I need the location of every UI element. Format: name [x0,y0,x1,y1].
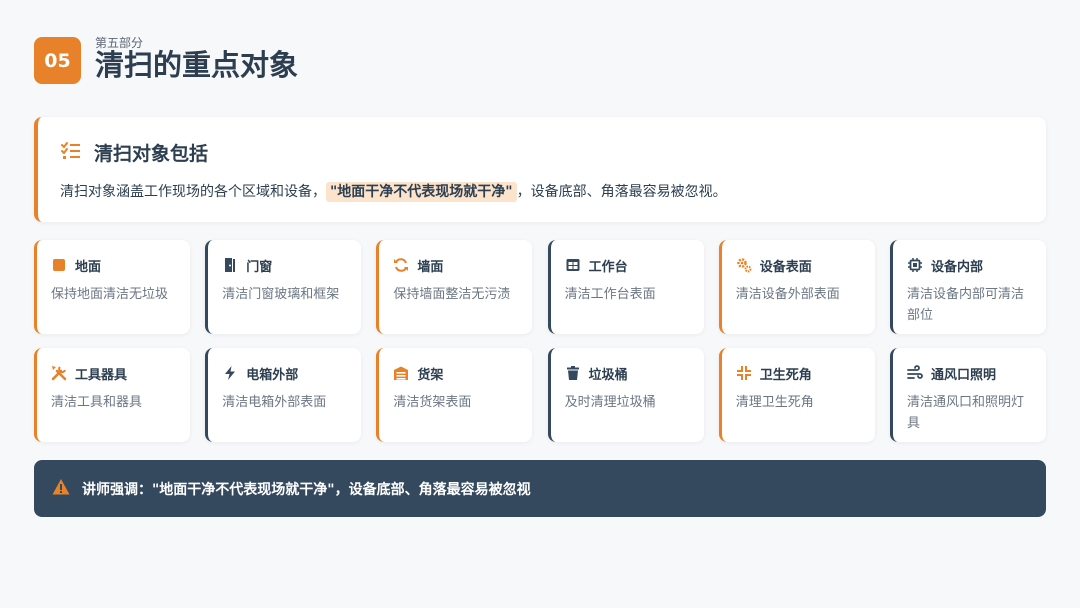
card-title: 通风口照明 [930,367,996,383]
card-electric-box: 电箱外部 清洁电箱外部表面 [205,348,362,442]
card-title: 工作台 [588,259,628,275]
intro-text-before: 清扫对象涵盖工作现场的各个区域和设备， [60,184,326,200]
card-desc: 清理卫生死角 [735,395,814,410]
compress-icon [736,365,752,381]
section-titles: 第五部分 清扫的重点对象 [95,36,299,82]
card-desc: 保持墙面整洁无污渍 [393,287,511,302]
intro-highlight: "地面干净不代表现场就干净" [326,182,517,202]
card-walls: 墙面 保持墙面整洁无污渍 [376,240,533,334]
gears-icon [736,257,752,273]
intro-text: 清扫对象涵盖工作现场的各个区域和设备， "地面干净不代表现场就干净" ，设备底部、角… [60,181,727,202]
card-tools: 工具器具 清洁工具和器具 [34,348,190,442]
door-icon [222,257,238,273]
warning-icon [52,478,70,500]
card-title: 门窗 [246,259,273,275]
card-desc: 清洁设备外部表面 [735,287,840,302]
table-icon [565,257,581,273]
card-title: 电箱外部 [246,367,299,383]
chip-icon [907,257,923,273]
intro-text-after: ，设备底部、角落最容易被忽视。 [516,184,727,200]
banner-text: 讲师强调："地面干净不代表现场就干净"，设备底部、角落最容易被忽视 [82,481,531,498]
card-shelves: 货架 清洁货架表面 [376,348,533,442]
card-dead-corners: 卫生死角 清理卫生死角 [718,348,875,442]
cleaning-objects-grid: 地面 保持地面清洁无垃圾 门窗 清洁门窗玻璃和框架 墙面 保持墙面整洁无污渍 工… [34,240,1046,442]
card-title: 地面 [75,259,102,275]
intro-title: 清扫对象包括 [94,143,209,165]
card-title: 设备表面 [759,259,812,275]
list-check-icon [60,140,82,166]
card-title: 卫生死角 [759,367,812,383]
card-title: 货架 [417,367,444,383]
card-desc: 清洁电箱外部表面 [222,395,327,410]
refresh-icon [393,257,409,273]
square-icon [51,257,67,273]
bolt-icon [222,365,238,381]
card-doors-windows: 门窗 清洁门窗玻璃和框架 [205,240,362,334]
card-title: 垃圾桶 [588,367,628,383]
warehouse-icon [393,365,409,381]
card-title: 工具器具 [75,367,128,383]
card-title: 墙面 [417,259,444,275]
card-desc: 清洁工具和器具 [51,395,143,410]
tools-icon [51,365,67,381]
card-desc: 清洁设备内部可清洁部位 [906,287,1024,323]
card-desc: 清洁货架表面 [393,395,472,410]
card-desc: 保持地面清洁无垃圾 [51,287,169,302]
trash-icon [565,365,581,381]
card-trash-bin: 垃圾桶 及时清理垃圾桶 [547,348,704,442]
card-desc: 及时清理垃圾桶 [564,395,656,410]
card-title: 设备内部 [930,259,983,275]
card-workbench: 工作台 清洁工作台表面 [547,240,704,334]
card-desc: 清洁门窗玻璃和框架 [222,287,340,302]
card-equipment-interior: 设备内部 清洁设备内部可清洁部位 [889,240,1046,334]
section-header: 05 第五部分 清扫的重点对象 [34,36,299,84]
card-equipment-surface: 设备表面 清洁设备外部表面 [718,240,875,334]
card-desc: 清洁工作台表面 [564,287,656,302]
instructor-emphasis-banner: 讲师强调："地面干净不代表现场就干净"，设备底部、角落最容易被忽视 [34,460,1046,517]
wind-icon [907,365,923,381]
card-vents-lighting: 通风口照明 清洁通风口和照明灯具 [889,348,1046,442]
intro-header: 清扫对象包括 [60,139,208,166]
section-number-badge: 05 [34,37,81,84]
intro-card: 清扫对象包括 清扫对象涵盖工作现场的各个区域和设备， "地面干净不代表现场就干净"… [34,117,1046,222]
page-title: 清扫的重点对象 [95,47,299,82]
card-desc: 清洁通风口和照明灯具 [906,395,1024,431]
card-floor: 地面 保持地面清洁无垃圾 [34,240,190,334]
